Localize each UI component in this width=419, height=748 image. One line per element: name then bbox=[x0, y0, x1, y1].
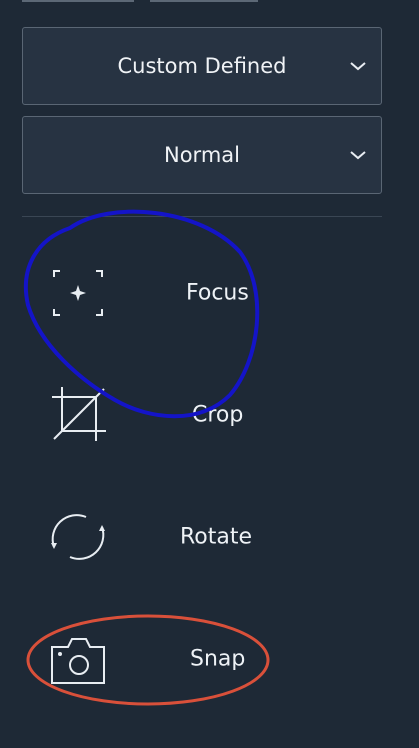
snap-tool-button[interactable]: Snap bbox=[22, 604, 382, 714]
focus-icon bbox=[53, 270, 103, 316]
preset-dropdown[interactable]: Custom Defined bbox=[22, 27, 382, 105]
divider bbox=[22, 216, 382, 217]
camera-icon bbox=[51, 638, 105, 684]
tool-panel: Custom Defined Normal Focus Crop Rotate … bbox=[0, 0, 419, 748]
chevron-down-icon bbox=[350, 151, 366, 160]
top-tab-left[interactable] bbox=[22, 0, 134, 2]
rotate-tool-button[interactable]: Rotate bbox=[22, 482, 382, 592]
mode-dropdown[interactable]: Normal bbox=[22, 116, 382, 194]
top-tab-right[interactable] bbox=[150, 0, 258, 2]
focus-tool-label: Focus bbox=[186, 280, 249, 306]
crop-icon bbox=[52, 387, 106, 441]
focus-tool-button[interactable]: Focus bbox=[22, 238, 382, 348]
rotate-icon bbox=[51, 514, 105, 560]
crop-tool-button[interactable]: Crop bbox=[22, 360, 382, 470]
crop-tool-label: Crop bbox=[192, 402, 244, 428]
mode-dropdown-value: Normal bbox=[164, 143, 240, 167]
chevron-down-icon bbox=[350, 62, 366, 71]
preset-dropdown-value: Custom Defined bbox=[117, 54, 287, 78]
rotate-tool-label: Rotate bbox=[180, 524, 253, 550]
top-tab-strip bbox=[0, 0, 419, 6]
snap-tool-label: Snap bbox=[190, 646, 246, 672]
